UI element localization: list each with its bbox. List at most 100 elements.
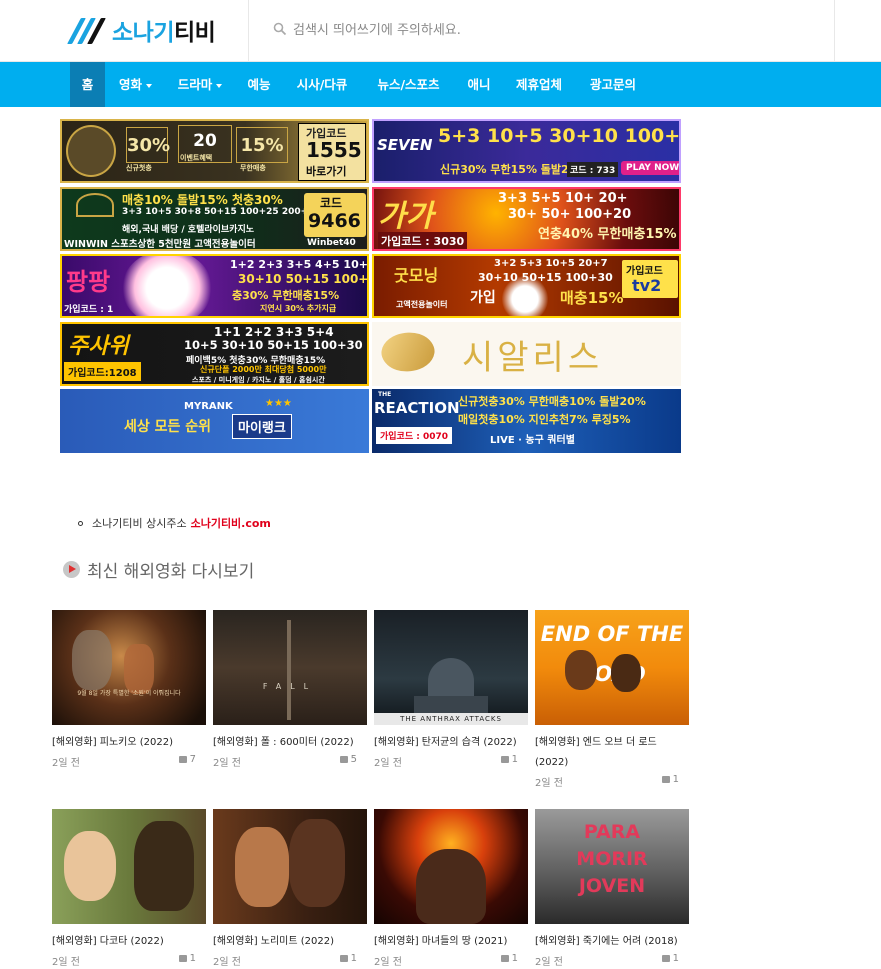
boutique-logo [66, 125, 116, 177]
movie-time: 2일 전 [535, 778, 563, 789]
movie-thumbnail[interactable]: THE ANTHRAX ATTACKS [374, 610, 528, 725]
movie-title[interactable]: [해외영화] 죽기에는 어려 (2018) [535, 932, 689, 952]
ad-banner-goodmorning[interactable]: 굿모닝 고액전용놀이터 3+2 5+3 10+5 20+7 30+10 50+1… [372, 254, 681, 318]
site-address-link[interactable]: 소나기티비.com [191, 515, 271, 531]
banner-text: 주사위 [68, 334, 129, 359]
movie-thumbnail[interactable] [213, 809, 367, 924]
nav-item-anime[interactable]: 애니 [458, 62, 500, 107]
banner-text: 30+10 50+15 100+30 [478, 271, 613, 284]
banner-text: 신규첫충 [126, 164, 152, 172]
ad-banner-winwin[interactable]: 매충10% 돌발15% 첫충30% 3+3 10+5 30+8 50+15 10… [60, 187, 369, 251]
movie-thumbnail[interactable] [52, 809, 206, 924]
nav-item-partners[interactable]: 제휴업체 [506, 62, 572, 107]
movie-time: 2일 전 [535, 957, 563, 968]
movie-likes: 1 [339, 953, 357, 964]
banner-text: 9466 [308, 210, 361, 232]
movie-card[interactable]: END OF THE ROAD [해외영화] 엔드 오브 더 로드 (2022)… [535, 610, 689, 790]
movie-title[interactable]: [해외영화] 마녀들의 땅 (2021) [374, 932, 528, 952]
search-icon[interactable] [273, 22, 287, 36]
bullet-icon [78, 520, 83, 526]
notice-text: 소나기티비 상시주소 [92, 517, 187, 530]
movie-title[interactable]: [해외영화] 엔드 오브 더 로드 (2022) [535, 733, 689, 773]
logo-text: 소나기티비 [112, 20, 216, 46]
movie-thumbnail[interactable] [374, 809, 528, 924]
movie-card[interactable]: [해외영화] 노리미트 (2022) 2일 전 1 [213, 809, 367, 969]
banner-text: 해외,국내 배당 / 호텔라이브카지노 [122, 225, 255, 235]
movie-title[interactable]: [해외영화] 노리미트 (2022) [213, 932, 367, 952]
movie-meta: 2일 전 1 [374, 953, 528, 969]
movie-title[interactable]: [해외영화] 폴 : 600미터 (2022) [213, 733, 367, 753]
ad-banner-jusaui[interactable]: 주사위 가입코드:1208 1+1 2+2 3+3 5+4 10+5 30+10… [60, 322, 369, 386]
banner-text: 연충40% 무한매충15% [538, 227, 677, 242]
movie-meta: 2일 전 7 [52, 754, 206, 770]
banner-text: 굿모닝 [394, 266, 439, 285]
movie-likes: 1 [661, 953, 679, 964]
banner-text: REACTION [374, 399, 460, 417]
banner-text: 팡팡 [66, 268, 111, 296]
site-logo[interactable]: 소나기티비 [67, 12, 216, 48]
banner-text: 스포츠 / 미니게임 / 카지노 / 홀덤 / 홈쉼시간 [192, 376, 325, 384]
movie-card[interactable]: [해외영화] 마녀들의 땅 (2021) 2일 전 1 [374, 809, 528, 969]
movie-thumbnail[interactable]: END OF THE ROAD [535, 610, 689, 725]
movie-likes: 1 [661, 774, 679, 785]
movie-meta: 2일 전 1 [213, 953, 367, 969]
movie-likes: 1 [178, 953, 196, 964]
nav-item-variety[interactable]: 예능 [238, 62, 280, 107]
pill-icon [376, 324, 440, 380]
nav-item-home[interactable]: 홈 [70, 62, 105, 107]
movie-thumbnail[interactable]: 9월 8일 가장 특별한 '소원'이 이뤄집니다 [52, 610, 206, 725]
banner-text: 5+3 10+5 30+10 100+30 [438, 125, 681, 147]
banner-text: 30+ 50+ 100+20 [508, 207, 632, 222]
banner-text: 가가 [378, 199, 434, 234]
thumbnail-caption: 9월 8일 가장 특별한 '소원'이 이뤄집니다 [77, 690, 181, 697]
banner-text: 매충10% 돌발15% 첫충30% [122, 193, 283, 207]
nav-item-movies[interactable]: 영화 [108, 62, 163, 107]
nav-item-ad-inquiry[interactable]: 광고문의 [580, 62, 646, 107]
movie-likes: 7 [178, 754, 196, 765]
movie-likes: 1 [500, 953, 518, 964]
ad-banner-boutique[interactable]: 30% 신규첫충 20 이벤트혜택 15% 무한매충 가입코드 1555 바로가… [60, 119, 369, 183]
site-address-notice: 소나기티비 상시주소 소나기티비.com [78, 515, 271, 531]
banner-text: 매일첫충10% 지인추천7% 루징5% [458, 413, 631, 426]
movie-card[interactable]: [해외영화] 다코타 (2022) 2일 전 1 [52, 809, 206, 969]
banner-text: 코드 : 733 [567, 162, 619, 177]
movie-thumbnail[interactable]: FALL [213, 610, 367, 725]
movie-card[interactable]: 9월 8일 가장 특별한 '소원'이 이뤄집니다 [해외영화] 피노키오 (20… [52, 610, 206, 770]
ad-banner-seven[interactable]: SEVEN 5+3 10+5 30+10 100+30 신규30% 무한15% … [372, 119, 681, 183]
banner-text: 세상 모든 순위 [124, 419, 212, 435]
banner-text: 가입코드 : 3030 [378, 232, 468, 249]
banner-text: 가입코드 [626, 266, 663, 277]
movie-likes: 5 [339, 754, 357, 765]
banner-text: 10+5 30+10 50+15 100+30 [184, 338, 363, 352]
movie-card[interactable]: THE ANTHRAX ATTACKS [해외영화] 탄저균의 습격 (2022… [374, 610, 528, 770]
movie-title[interactable]: [해외영화] 탄저균의 습격 (2022) [374, 733, 528, 753]
nav-item-docu[interactable]: 시사/다큐 [286, 62, 358, 107]
banner-text: 가입코드 : 1 [64, 305, 114, 315]
banner-text: 3+2 5+3 10+5 20+7 [494, 258, 608, 269]
movie-card[interactable]: FALL [해외영화] 폴 : 600미터 (2022) 2일 전 5 [213, 610, 367, 770]
movie-card[interactable]: PARA MORIR JOVEN [해외영화] 죽기에는 어려 (2018) 2… [535, 809, 689, 969]
banner-text: 3+3 5+5 10+ 20+ [498, 191, 628, 206]
banner-text: 매충15% [560, 289, 624, 307]
nav-item-news-sports[interactable]: 뉴스/스포츠 [365, 62, 452, 107]
movie-title[interactable]: [해외영화] 피노키오 (2022) [52, 733, 206, 753]
banner-text: 1555 [306, 138, 362, 162]
movie-thumbnail[interactable]: PARA MORIR JOVEN [535, 809, 689, 924]
movie-meta: 2일 전 1 [52, 953, 206, 969]
movie-time: 2일 전 [374, 957, 402, 968]
ad-banner-gaga[interactable]: 가가 3+3 5+5 10+ 20+ 30+ 50+ 100+20 가입코드 :… [372, 187, 681, 251]
thumbs-up-icon [178, 756, 187, 763]
laurel-icon [76, 193, 114, 217]
ad-banner-poppop[interactable]: 팡팡 1+2 2+3 3+5 4+5 10+5 30+10 50+15 100+… [60, 254, 369, 318]
thumbs-up-icon [500, 955, 509, 962]
banner-text: MYRANK [184, 401, 233, 412]
banner-text: 가입코드:1208 [64, 362, 141, 381]
banner-text: 가입코드 : 0070 [376, 427, 453, 444]
ad-banner-myrank[interactable]: MYRANK ★★★ 세상 모든 순위 마이랭크 [60, 389, 369, 453]
search-input[interactable] [293, 14, 813, 46]
ad-banner-cialis[interactable]: 시알리스 [372, 322, 681, 386]
thumbs-up-icon [661, 776, 670, 783]
movie-title[interactable]: [해외영화] 다코타 (2022) [52, 932, 206, 952]
nav-item-drama[interactable]: 드라마 [166, 62, 234, 107]
ad-banner-reaction[interactable]: THE REACTION 신규첫충30% 무한매충10% 돌발20% 매일첫충1… [372, 389, 681, 453]
